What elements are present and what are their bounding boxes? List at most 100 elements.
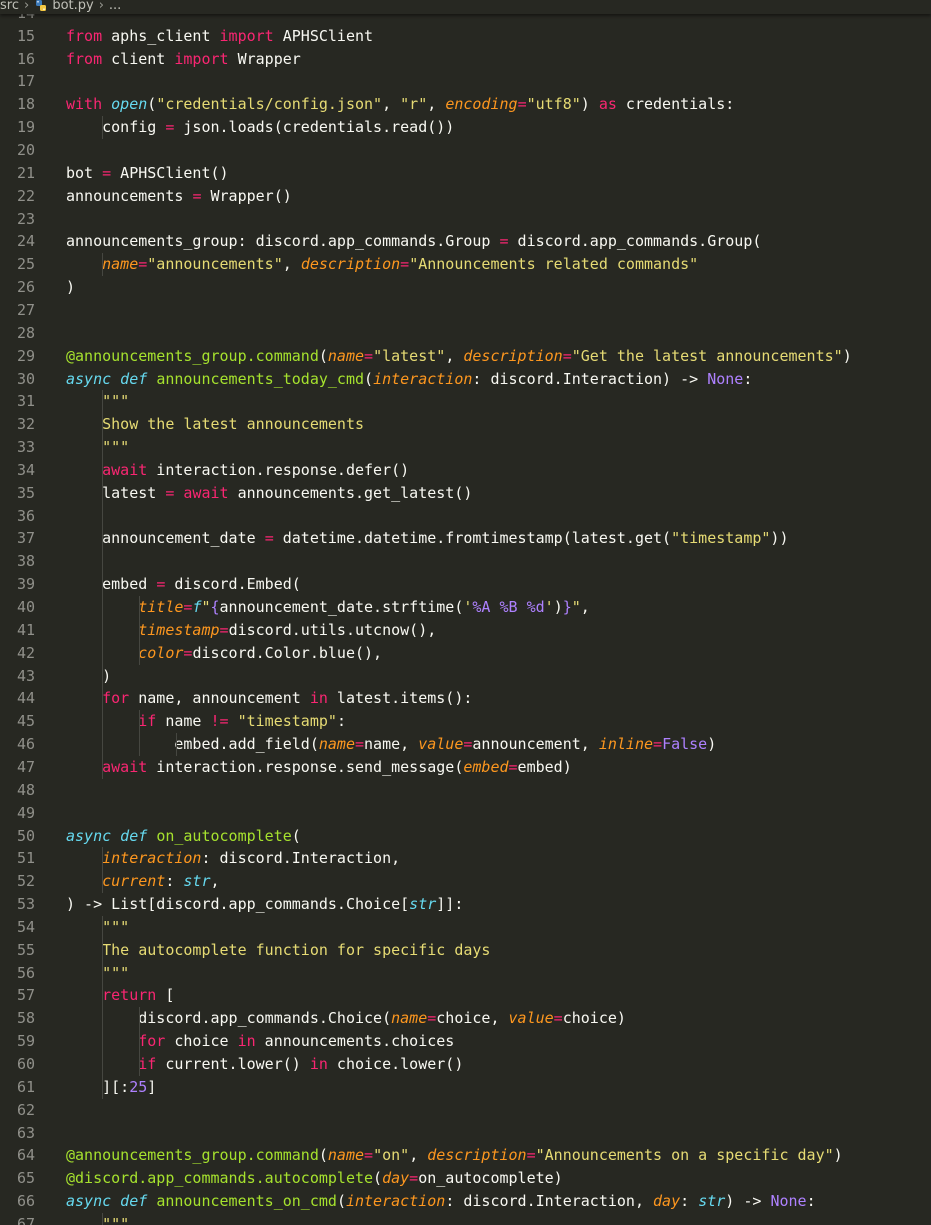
line-code: interaction: discord.Interaction, [66,847,400,870]
code-line[interactable]: 67 """ [0,1213,931,1225]
line-code: await interaction.response.defer() [66,459,409,482]
code-line[interactable]: 26) [0,276,931,299]
code-token: name [327,1146,365,1165]
line-number: 45 [16,712,35,731]
line-number: 63 [16,1123,35,1142]
code-line[interactable]: 43 ) [0,665,931,688]
code-token: discord.utils.utcnow(), [228,620,437,639]
code-token: from [66,49,103,68]
code-line[interactable]: 38 [0,550,931,573]
line-number: 59 [16,1032,35,1051]
code-token: , [427,95,446,114]
code-line[interactable]: 61 ][:25] [0,1076,931,1099]
breadcrumb: src › bot.py ›... [0,0,931,14]
code-token: @announcements_group.command [66,1146,319,1165]
code-token: description [300,255,401,274]
breadcrumb-symbols[interactable]: ... [109,0,121,13]
code-token: != [210,712,229,731]
code-token: : [165,872,184,891]
code-line[interactable]: 54 """ [0,916,931,939]
line-number: 32 [16,415,35,434]
code-line[interactable]: 34 await interaction.response.defer() [0,459,931,482]
code-token: latest [66,483,166,502]
code-line[interactable]: 39 embed = discord.Embed( [0,573,931,596]
code-line[interactable]: 17 [0,70,931,93]
code-token: color [138,643,184,662]
code-token: with [66,95,103,114]
code-line[interactable]: 37 announcement_date = datetime.datetime… [0,527,931,550]
code-line[interactable]: 28 [0,322,931,345]
code-token: APHSClient [273,26,374,45]
code-token: = [156,575,166,594]
code-token: embed [463,757,509,776]
code-line[interactable]: 27 [0,299,931,322]
code-line[interactable]: 23 [0,208,931,231]
code-token: await [102,460,148,479]
line-code: for choice in announcements.choices [66,1030,454,1053]
code-token: ) [707,735,717,754]
line-number: 33 [16,438,35,457]
line-number: 24 [16,232,35,251]
indent-guide [102,253,103,277]
code-token: name [156,712,211,731]
code-line[interactable]: 52 current: str, [0,870,931,893]
code-line[interactable]: 32 Show the latest announcements [0,413,931,436]
code-line[interactable]: 35 latest = await announcements.get_late… [0,482,931,505]
line-code: bot = APHSClient() [66,162,229,185]
breadcrumb-file[interactable]: bot.py [52,0,93,13]
code-line[interactable]: 36 [0,505,931,528]
code-token: import [174,49,229,68]
line-number: 38 [16,552,35,571]
code-token: : discord.Interaction, [201,849,401,868]
code-line[interactable]: 65 @discord.app_commands.autocomplete(day… [0,1167,931,1190]
code-token: Wrapper [228,49,301,68]
code-token: await [183,483,229,502]
code-line[interactable]: 22 announcements = Wrapper() [0,185,931,208]
code-line[interactable]: 48 [0,779,931,802]
code-token: = [526,1146,536,1165]
code-line[interactable]: 63 [0,1122,931,1145]
code-line[interactable]: 31 """ [0,390,931,413]
code-line[interactable]: 24 announcements_group: discord.app_comma… [0,230,931,253]
code-line[interactable]: 30 async def announcements_today_cmd(inte… [0,368,931,391]
code-line[interactable]: 44 for name, announcement in latest.item… [0,687,931,710]
code-token: discord.app_commands.Choice( [66,1009,392,1028]
code-line[interactable]: 55 The autocomplete function for specifi… [0,939,931,962]
code-token: inline [598,735,654,754]
breadcrumb-folder[interactable]: src [0,0,19,13]
code-line[interactable]: 20 [0,139,931,162]
code-line[interactable]: 14 [0,14,931,25]
code-editor[interactable]: 1415from aphs_client import APHSClient16… [0,14,931,1225]
code-token: "timestamp" [237,712,337,731]
code-token: : discord.Interaction, [445,1192,654,1211]
code-line[interactable]: 47 await interaction.response.send_messa… [0,756,931,779]
code-line[interactable]: 64 @announcements_group.command(name="on"… [0,1144,931,1167]
code-line[interactable]: 21 bot = APHSClient() [0,162,931,185]
code-line[interactable]: 66 async def announcements_on_cmd(interac… [0,1190,931,1213]
code-line[interactable]: 19 config = json.loads(credentials.read(… [0,116,931,139]
code-line[interactable]: 57 return [ [0,984,931,1007]
code-token: choice.lower() [327,1055,464,1073]
code-line[interactable]: 33 """ [0,436,931,459]
code-token: if [138,1055,157,1073]
line-code: ) -> List[discord.app_commands.Choice[st… [66,893,463,916]
code-line[interactable]: 16 from client import Wrapper [0,48,931,71]
code-line[interactable]: 51 interaction: discord.Interaction, [0,847,931,870]
code-line[interactable]: 53) -> List[discord.app_commands.Choice[… [0,893,931,916]
code-line[interactable]: 25 name="announcements", description="An… [0,253,931,276]
code-token: ) [553,598,563,616]
code-token: description [427,1146,527,1165]
line-number: 31 [16,392,35,411]
code-line[interactable]: 56 """ [0,962,931,985]
code-token: @announcements_group.command [66,346,319,365]
code-line[interactable]: 50 async def on_autocomplete( [0,825,931,848]
code-line[interactable]: 15 from aphs_client import APHSClient [0,25,931,48]
code-token: config [66,118,166,137]
code-line[interactable]: 18 with open("credentials/config.json", "… [0,93,931,116]
code-line[interactable]: 49 [0,802,931,825]
code-token: The autocomplete function for specific d… [66,940,491,959]
line-number: 20 [16,141,35,159]
line-code: discord.app_commands.Choice(name=choice,… [66,1007,626,1030]
code-line[interactable]: 29 @announcements_group.command(name="lat… [0,345,931,368]
code-line[interactable]: 62 [0,1099,931,1122]
